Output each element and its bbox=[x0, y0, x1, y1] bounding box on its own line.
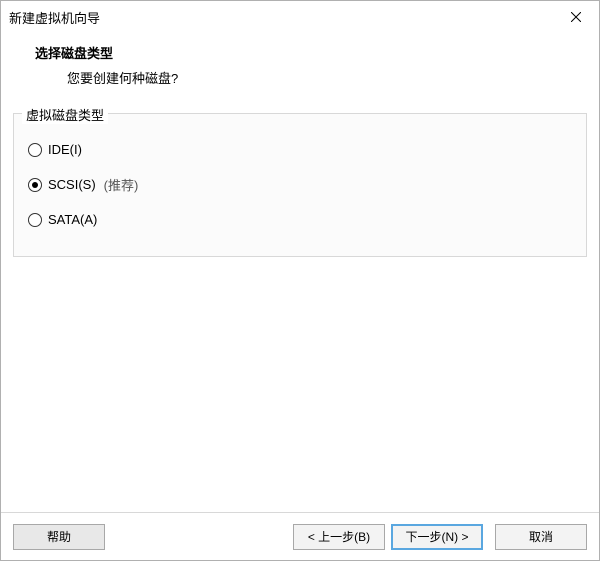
page-subtitle: 您要创建何种磁盘? bbox=[15, 68, 585, 87]
close-button[interactable] bbox=[553, 1, 599, 33]
radio-label: IDE(I) bbox=[48, 142, 82, 157]
window-title: 新建虚拟机向导 bbox=[9, 8, 553, 27]
back-button[interactable]: < 上一步(B) bbox=[293, 524, 385, 550]
wizard-content: 虚拟磁盘类型 IDE(I) SCSI(S) (推荐) SATA(A) bbox=[1, 103, 599, 257]
cancel-button[interactable]: 取消 bbox=[495, 524, 587, 550]
disk-type-group: 虚拟磁盘类型 IDE(I) SCSI(S) (推荐) SATA(A) bbox=[13, 113, 587, 257]
title-bar: 新建虚拟机向导 bbox=[1, 1, 599, 33]
wizard-footer: 帮助 < 上一步(B) 下一步(N) > 取消 bbox=[1, 512, 599, 560]
radio-hint: (推荐) bbox=[104, 175, 139, 194]
radio-scsi[interactable]: SCSI(S) (推荐) bbox=[28, 175, 574, 194]
next-button[interactable]: 下一步(N) > bbox=[391, 524, 483, 550]
page-title: 选择磁盘类型 bbox=[15, 43, 585, 62]
group-legend: 虚拟磁盘类型 bbox=[22, 105, 108, 124]
wizard-header: 选择磁盘类型 您要创建何种磁盘? bbox=[1, 33, 599, 103]
radio-label: SCSI(S) bbox=[48, 177, 96, 192]
radio-icon bbox=[28, 213, 42, 227]
radio-label: SATA(A) bbox=[48, 212, 97, 227]
close-icon bbox=[571, 12, 581, 22]
radio-sata[interactable]: SATA(A) bbox=[28, 212, 574, 227]
help-button[interactable]: 帮助 bbox=[13, 524, 105, 550]
radio-dot-icon bbox=[32, 182, 38, 188]
radio-icon bbox=[28, 178, 42, 192]
radio-icon bbox=[28, 143, 42, 157]
radio-ide[interactable]: IDE(I) bbox=[28, 142, 574, 157]
